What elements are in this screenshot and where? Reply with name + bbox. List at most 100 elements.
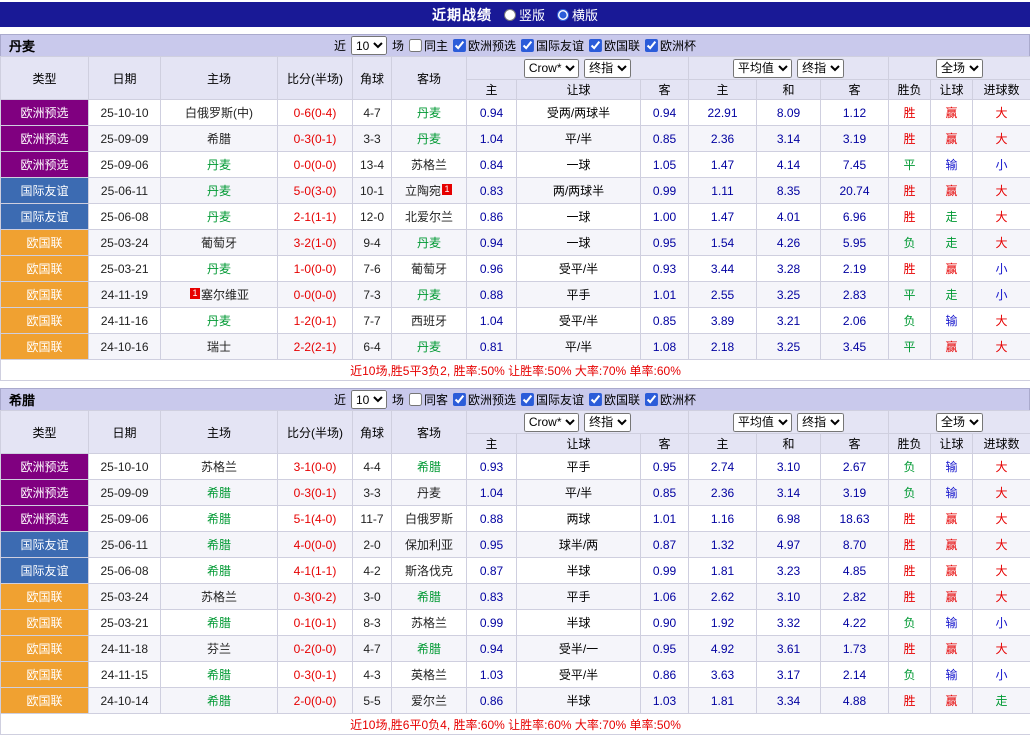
same-away-filter[interactable]: 同客	[409, 391, 448, 408]
filter-nations-league[interactable]: 欧国联	[589, 391, 640, 408]
filter-nations-league[interactable]: 欧国联	[589, 37, 640, 54]
scope-header: 全场	[889, 411, 1030, 434]
same-home-filter[interactable]: 同主	[409, 37, 448, 54]
home-team: 希腊	[161, 126, 278, 152]
match-date: 25-09-09	[89, 480, 161, 506]
team-name-text: 苏格兰	[411, 616, 447, 630]
avg-draw-odds: 8.09	[757, 100, 821, 126]
result-outcome: 胜	[889, 584, 931, 610]
team-name-text: 爱尔兰	[411, 694, 447, 708]
summary-text: 近10场,胜6平0负4, 胜率:60% 让胜率:60% 大率:70% 单率:50…	[1, 714, 1030, 735]
col-odds-home: 主	[467, 80, 517, 100]
competition-badge: 国际友谊	[1, 204, 89, 230]
average-stage-select[interactable]: 终指	[797, 59, 844, 78]
filter-euro-cup[interactable]: 欧洲杯	[645, 37, 696, 54]
competition-badge: 欧国联	[1, 584, 89, 610]
team-name-text: 苏格兰	[411, 158, 447, 172]
home-team: 苏格兰	[161, 584, 278, 610]
col-avg-draw: 和	[757, 434, 821, 454]
result-outcome: 负	[889, 662, 931, 688]
team-name-text: 塞尔维亚	[201, 288, 249, 302]
result-outcome: 平	[889, 334, 931, 360]
avg-home-odds: 1.92	[689, 610, 757, 636]
layout-option-vertical[interactable]: 竖版	[504, 5, 545, 24]
euro-cup-checkbox[interactable]	[645, 393, 658, 406]
friendly-checkbox[interactable]	[521, 393, 534, 406]
horizontal-layout-radio[interactable]	[557, 9, 569, 21]
nations-league-checkbox[interactable]	[589, 39, 602, 52]
friendly-checkbox[interactable]	[521, 39, 534, 52]
col-avg-away: 客	[821, 80, 889, 100]
nations-league-checkbox[interactable]	[589, 393, 602, 406]
odds-provider-select[interactable]: Crow*	[524, 413, 579, 432]
avg-away-odds: 2.19	[821, 256, 889, 282]
same-home-checkbox[interactable]	[409, 39, 422, 52]
home-odds: 0.93	[467, 454, 517, 480]
handicap-line: 半球	[517, 610, 641, 636]
odds-stage-select[interactable]: 终指	[584, 413, 631, 432]
home-team: 芬兰	[161, 636, 278, 662]
handicap-line: 受平/半	[517, 662, 641, 688]
filter-friendly[interactable]: 国际友谊	[521, 391, 584, 408]
avg-draw-odds: 3.25	[757, 334, 821, 360]
handicap-line: 半球	[517, 558, 641, 584]
euro-cup-checkbox[interactable]	[645, 39, 658, 52]
result-handicap: 输	[931, 308, 973, 334]
away-team: 希腊	[392, 584, 467, 610]
home-team: 丹麦	[161, 178, 278, 204]
avg-away-odds: 2.14	[821, 662, 889, 688]
match-row: 欧洲预选25-09-09希腊0-3(0-1)3-3丹麦1.04平/半0.852.…	[1, 480, 1030, 506]
average-select[interactable]: 平均值	[733, 413, 792, 432]
avg-draw-odds: 3.28	[757, 256, 821, 282]
layout-option-horizontal[interactable]: 横版	[557, 5, 598, 24]
avg-away-odds: 4.88	[821, 688, 889, 714]
match-row: 欧国联24-10-14希腊2-0(0-0)5-5爱尔兰0.86半球1.031.8…	[1, 688, 1030, 714]
competition-badge: 欧国联	[1, 308, 89, 334]
result-handicap: 输	[931, 662, 973, 688]
euro-qualifier-checkbox[interactable]	[453, 39, 466, 52]
filter-friendly[interactable]: 国际友谊	[521, 37, 584, 54]
avg-away-odds: 5.95	[821, 230, 889, 256]
scope-select[interactable]: 全场	[936, 59, 983, 78]
odds-stage-select[interactable]: 终指	[584, 59, 631, 78]
col-odds-away: 客	[641, 434, 689, 454]
page: 近期战绩 竖版 横版 丹麦 近 10 场 同主 欧洲预选	[0, 0, 1030, 735]
team-name-text: 希腊	[207, 512, 231, 526]
home-odds: 1.04	[467, 480, 517, 506]
scope-header: 全场	[889, 57, 1030, 80]
avg-draw-odds: 3.17	[757, 662, 821, 688]
home-team: 希腊	[161, 688, 278, 714]
avg-draw-odds: 4.14	[757, 152, 821, 178]
filter-euro-cup[interactable]: 欧洲杯	[645, 391, 696, 408]
vertical-layout-radio[interactable]	[504, 9, 516, 21]
home-team: 白俄罗斯(中)	[161, 100, 278, 126]
scope-select[interactable]: 全场	[936, 413, 983, 432]
same-away-checkbox[interactable]	[409, 393, 422, 406]
recent-count-select[interactable]: 10	[351, 390, 387, 409]
score: 1-0(0-0)	[278, 256, 353, 282]
result-outcome: 胜	[889, 506, 931, 532]
avg-draw-odds: 4.97	[757, 532, 821, 558]
average-stage-select[interactable]: 终指	[797, 413, 844, 432]
recent-count-select[interactable]: 10	[351, 36, 387, 55]
competition-badge: 欧国联	[1, 230, 89, 256]
away-team: 葡萄牙	[392, 256, 467, 282]
result-goals: 大	[973, 506, 1030, 532]
corner-score: 5-5	[353, 688, 392, 714]
corner-score: 2-0	[353, 532, 392, 558]
filter-euro-qualifier[interactable]: 欧洲预选	[453, 391, 516, 408]
avg-home-odds: 3.89	[689, 308, 757, 334]
header-row-top: 类型 日期 主场 比分(半场) 角球 客场 Crow* 终指 平均值 终指	[1, 411, 1030, 434]
handicap-line: 平/半	[517, 126, 641, 152]
odds-provider-select[interactable]: Crow*	[524, 59, 579, 78]
euro-qualifier-checkbox[interactable]	[453, 393, 466, 406]
average-select[interactable]: 平均值	[733, 59, 792, 78]
team-name: 丹麦	[9, 36, 35, 55]
avg-draw-odds: 3.10	[757, 584, 821, 610]
avg-home-odds: 1.32	[689, 532, 757, 558]
filter-euro-qualifier[interactable]: 欧洲预选	[453, 37, 516, 54]
away-odds: 1.03	[641, 688, 689, 714]
home-team: 希腊	[161, 480, 278, 506]
match-row: 欧国联24-11-15希腊0-3(0-1)4-3英格兰1.03受平/半0.863…	[1, 662, 1030, 688]
odds-provider-header: Crow* 终指	[467, 57, 689, 80]
